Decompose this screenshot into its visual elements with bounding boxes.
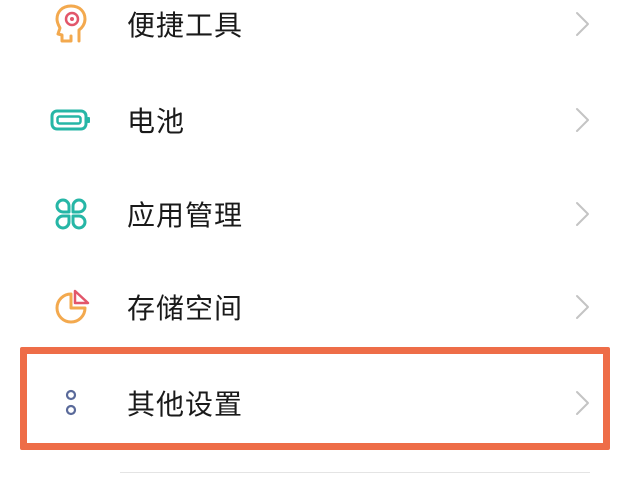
battery-icon <box>48 97 94 143</box>
settings-item-label: 存储空间 <box>127 292 244 325</box>
settings-item-battery[interactable]: 电池 <box>0 80 629 160</box>
divider <box>120 472 590 473</box>
settings-item-other-settings[interactable]: 其他设置 <box>0 363 629 443</box>
settings-item-label: 电池 <box>127 105 186 138</box>
settings-list: 便捷工具 电池 应用管理 存储空间 其他设置 <box>0 0 629 480</box>
settings-item-label: 其他设置 <box>127 388 244 421</box>
settings-item-label: 便捷工具 <box>127 9 244 42</box>
chevron-right-icon <box>576 12 589 36</box>
app-grid-icon <box>48 191 94 237</box>
chevron-right-icon <box>576 295 589 319</box>
chevron-right-icon <box>576 391 589 415</box>
settings-item-label: 应用管理 <box>127 199 244 232</box>
settings-item-convenience-tools[interactable]: 便捷工具 <box>0 0 629 64</box>
more-dots-icon <box>48 380 94 426</box>
head-gear-icon <box>48 1 94 47</box>
settings-item-storage[interactable]: 存储空间 <box>0 267 629 347</box>
pie-chart-icon <box>48 284 94 330</box>
settings-item-app-management[interactable]: 应用管理 <box>0 174 629 254</box>
chevron-right-icon <box>576 108 589 132</box>
chevron-right-icon <box>576 202 589 226</box>
